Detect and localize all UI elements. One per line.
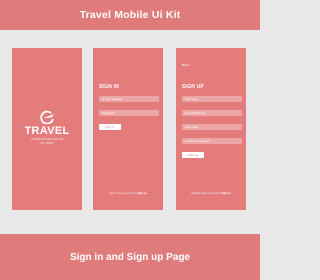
signup-footer-text: Already have an account? xyxy=(191,192,222,195)
signin-email-field[interactable]: E-mail address xyxy=(99,96,159,102)
signup-email-field[interactable]: E-mail address xyxy=(182,110,242,116)
bottom-banner: Sign in and Sign up Page xyxy=(0,234,260,280)
signin-heading: SIGN IN xyxy=(99,84,120,90)
signup-screen: Back SIGN UP Full name E-mail address Pa… xyxy=(176,48,246,210)
signup-heading: SIGN UP xyxy=(182,84,204,90)
back-button[interactable]: Back xyxy=(182,63,189,67)
signin-password-field[interactable]: Password xyxy=(99,110,159,116)
signin-footer: Don't have an account? Sign up xyxy=(93,192,163,196)
signin-button[interactable]: Sign in xyxy=(99,124,121,130)
signin-screen: SIGN IN E-mail address Password Sign in … xyxy=(93,48,163,210)
signup-footer: Already have an account? Sign in xyxy=(176,192,246,196)
page-caption: Sign in and Sign up Page xyxy=(69,251,190,263)
top-banner: Travel Mobile Ui Kit xyxy=(0,0,260,30)
brand-name: TRAVEL xyxy=(24,125,70,137)
signup-password-field[interactable]: Password xyxy=(182,124,242,130)
signup-name-field[interactable]: Full name xyxy=(182,96,242,102)
signup-link[interactable]: Sign up xyxy=(137,192,147,195)
signup-button[interactable]: Sign up xyxy=(182,152,204,158)
signup-confirm-field[interactable]: Confirm password xyxy=(182,138,242,144)
brand-logo: TRAVEL LOREM IPSUM DOLOR SIT AMET xyxy=(12,110,82,145)
page-title: Travel Mobile Ui Kit xyxy=(79,9,181,21)
signin-link[interactable]: Sign in xyxy=(222,192,231,195)
brand-tagline-2: SIT AMET xyxy=(40,141,54,145)
plane-globe-icon xyxy=(40,110,54,124)
splash-screen: TRAVEL LOREM IPSUM DOLOR SIT AMET xyxy=(12,48,82,210)
signin-footer-text: Don't have an account? xyxy=(109,192,137,195)
